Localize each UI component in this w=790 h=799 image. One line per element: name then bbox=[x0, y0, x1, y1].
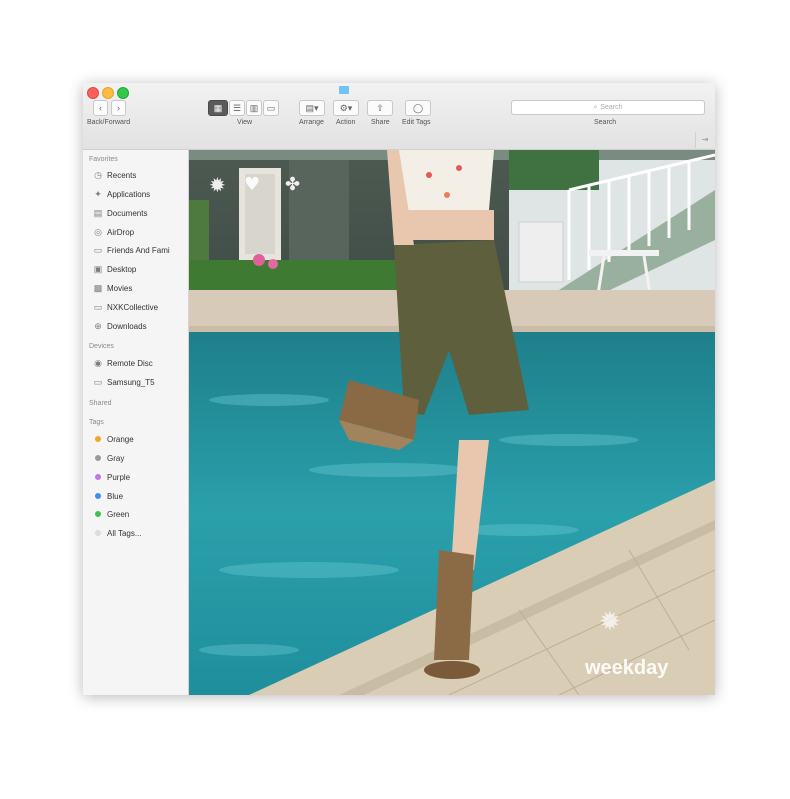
green-tag-dot bbox=[95, 511, 101, 517]
share-label: Share bbox=[371, 119, 390, 126]
clock-icon: ◷ bbox=[94, 169, 102, 180]
sidebar-item-remote-disc[interactable]: ◉ Remote Disc bbox=[93, 357, 153, 369]
desktop-icon: ▣ bbox=[93, 263, 103, 274]
svg-text:✹: ✹ bbox=[599, 607, 621, 637]
photo-preview: ✹ ♥ ✤ ✹ weekday bbox=[189, 150, 715, 695]
view-gallery-button[interactable]: ▭ bbox=[263, 100, 279, 116]
sidebar-item-samsung[interactable]: ▭ Samsung_T5 bbox=[93, 376, 155, 388]
sidebar: Favorites ◷ Recents ✦ Applications ▤ Docume… bbox=[83, 150, 189, 695]
back-button[interactable]: ‹ bbox=[93, 100, 108, 116]
chevron-right-icon: › bbox=[117, 103, 120, 113]
sidebar-item-downloads[interactable]: ⊕ Downloads bbox=[93, 320, 146, 332]
minimize-button[interactable] bbox=[102, 87, 114, 99]
orange-tag-dot bbox=[95, 436, 101, 442]
sidebar-item-nxkcollective[interactable]: ▭ NXKCollective bbox=[93, 301, 158, 313]
movies-icon: ▩ bbox=[93, 282, 103, 293]
columns-icon: ▥ bbox=[249, 102, 259, 113]
sidebar-tag-green[interactable]: Green bbox=[93, 508, 129, 520]
toolbar: ‹ › Back/Forward ▦ ☰ ▥ ▭ View ▤▾ Arrange… bbox=[83, 83, 715, 150]
share-icon: ⇧ bbox=[376, 102, 384, 113]
devices-header: Devices bbox=[89, 343, 114, 350]
arrange-label: Arrange bbox=[299, 119, 324, 126]
action-label: Action bbox=[336, 119, 356, 126]
share-button[interactable]: ⇧ bbox=[367, 100, 393, 116]
folder-icon: ▭ bbox=[93, 301, 103, 312]
disc-icon: ◉ bbox=[94, 357, 102, 368]
folder-icon: ▭ bbox=[93, 244, 103, 255]
shared-header: Shared bbox=[89, 400, 112, 407]
zoom-button[interactable] bbox=[117, 87, 129, 99]
pool-photo: ✹ ♥ ✤ ✹ weekday bbox=[189, 150, 715, 695]
weekday-watermark: weekday bbox=[584, 657, 669, 679]
arrange-icon: ▤▾ bbox=[305, 102, 319, 113]
list-icon: ☰ bbox=[232, 102, 242, 113]
sidebar-item-applications[interactable]: ✦ Applications bbox=[93, 188, 150, 200]
svg-text:✹: ✹ bbox=[209, 173, 226, 197]
drive-icon: ▭ bbox=[93, 376, 103, 387]
gear-icon: ⚙▾ bbox=[339, 102, 353, 113]
close-button[interactable] bbox=[87, 87, 99, 99]
edit-tags-label: Edit Tags bbox=[402, 119, 431, 126]
sidebar-item-friends[interactable]: ▭ Friends And Fami bbox=[93, 244, 170, 256]
folder-icon bbox=[339, 86, 349, 94]
sidebar-item-documents[interactable]: ▤ Documents bbox=[93, 207, 148, 219]
forward-button[interactable]: › bbox=[111, 100, 126, 116]
view-columns-button[interactable]: ▥ bbox=[246, 100, 262, 116]
grid-icon: ▦ bbox=[213, 102, 223, 113]
sidebar-tag-purple[interactable]: Purple bbox=[93, 471, 130, 483]
sidebar-item-airdrop[interactable]: ◎ AirDrop bbox=[93, 226, 134, 238]
applications-icon: ✦ bbox=[94, 188, 102, 199]
toolbar-toggle[interactable]: ⇥ bbox=[695, 132, 714, 148]
search-label: Search bbox=[594, 119, 617, 126]
sidebar-tag-all[interactable]: All Tags... bbox=[93, 527, 142, 539]
airdrop-icon: ◎ bbox=[94, 226, 102, 237]
sidebar-item-recents[interactable]: ◷ Recents bbox=[93, 169, 136, 181]
edit-tags-button[interactable]: ◯ bbox=[405, 100, 431, 116]
search-placeholder: Search bbox=[600, 104, 623, 111]
blue-tag-dot bbox=[95, 493, 101, 499]
sidebar-item-desktop[interactable]: ▣ Desktop bbox=[93, 263, 137, 275]
sidebar-tag-gray[interactable]: Gray bbox=[93, 452, 124, 464]
sidebar-item-movies[interactable]: ▩ Movies bbox=[93, 282, 133, 294]
back-forward-label: Back/Forward bbox=[87, 119, 131, 126]
tag-icon: ◯ bbox=[412, 102, 424, 113]
view-label: View bbox=[237, 119, 253, 126]
action-button[interactable]: ⚙▾ bbox=[333, 100, 359, 116]
favorites-header: Favorites bbox=[89, 156, 118, 163]
sidebar-tag-blue[interactable]: Blue bbox=[93, 490, 123, 502]
downloads-icon: ⊕ bbox=[94, 320, 102, 331]
svg-text:♥: ♥ bbox=[244, 174, 260, 195]
sidebar-tag-orange[interactable]: Orange bbox=[93, 433, 134, 445]
documents-icon: ▤ bbox=[93, 207, 103, 218]
finder-window: ‹ › Back/Forward ▦ ☰ ▥ ▭ View ▤▾ Arrange… bbox=[83, 83, 715, 695]
svg-text:✤: ✤ bbox=[285, 174, 300, 195]
search-icon: ⌕ bbox=[593, 103, 598, 111]
gray-tag-dot bbox=[95, 455, 101, 461]
tags-header: Tags bbox=[89, 419, 104, 426]
chevron-left-icon: ‹ bbox=[99, 103, 102, 113]
all-tags-dot bbox=[95, 530, 101, 536]
view-icons-button[interactable]: ▦ bbox=[208, 100, 228, 116]
purple-tag-dot bbox=[95, 474, 101, 480]
view-list-button[interactable]: ☰ bbox=[229, 100, 245, 116]
search-input[interactable]: ⌕ Search bbox=[511, 100, 705, 115]
gallery-icon: ▭ bbox=[266, 102, 276, 113]
arrange-button[interactable]: ▤▾ bbox=[299, 100, 325, 116]
